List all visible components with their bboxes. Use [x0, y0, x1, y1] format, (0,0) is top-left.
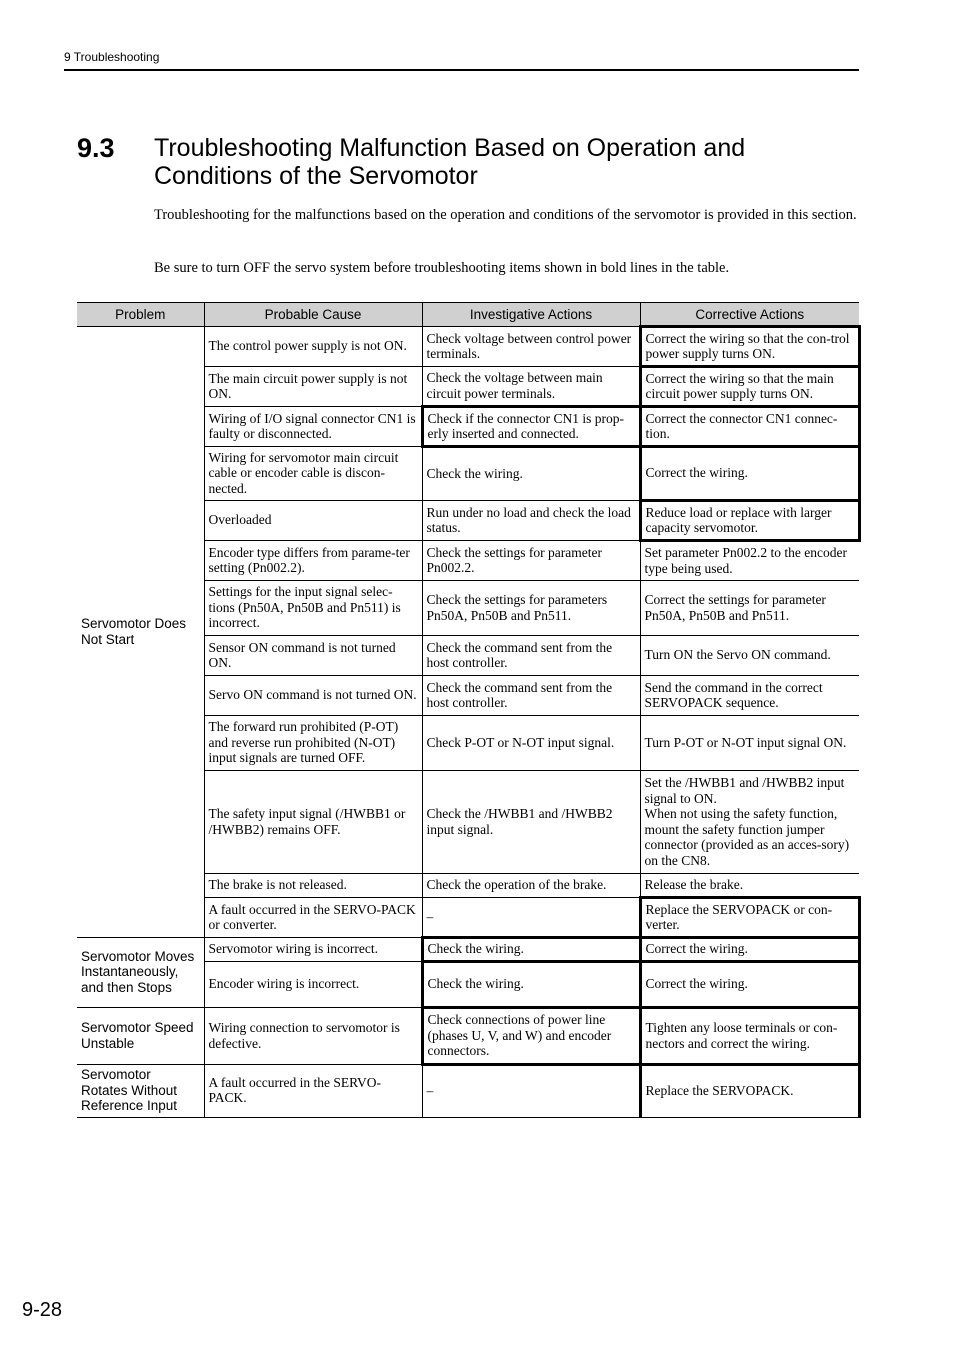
problem-cell: Servomotor Rotates Without Reference Inp…	[77, 1064, 205, 1118]
table-row: Servomotor Rotates Without Reference Inp…	[77, 1063, 861, 1118]
investigative-action-cell: –	[421, 897, 641, 938]
caution-paragraph: Be sure to turn OFF the servo system bef…	[154, 260, 730, 276]
header-corrective-actions: Corrective Actions	[639, 302, 859, 327]
investigative-action-cell: Check if the connector CN1 is prop-erly …	[420, 405, 642, 448]
table-body: Servomotor Does Not Start The control pow…	[77, 325, 861, 1118]
probable-cause-cell: Wiring connection to servomotor is defec…	[203, 1007, 423, 1065]
corrective-action-cell: Turn P-OT or N-OT input signal ON.	[639, 715, 859, 771]
table-header-row: Problem Probable Cause Investigative Act…	[77, 302, 859, 327]
investigative-action-cell: Check the command sent from the host con…	[421, 635, 641, 676]
probable-cause-cell: The main circuit power supply is not ON.	[203, 366, 423, 407]
investigative-action-cell: Check the wiring.	[421, 446, 641, 501]
problem-cell: Servomotor Moves Instantaneously, and th…	[77, 937, 205, 1008]
section-number: 9.3	[77, 133, 115, 163]
probable-cause-cell: Encoder type differs from parame-ter set…	[203, 540, 423, 581]
header-rule	[64, 69, 859, 71]
corrective-action-cell: Replace the SERVOPACK or con-verter.	[638, 896, 861, 939]
probable-cause-cell: The safety input signal (/HWBB1 or /HWBB…	[203, 770, 423, 874]
corrective-action-cell: Replace the SERVOPACK.	[638, 1063, 861, 1118]
corrective-action-cell: Reduce load or replace with larger capac…	[638, 499, 861, 542]
investigative-action-cell: Check the settings for parameters Pn50A,…	[421, 580, 641, 636]
corrective-action-cell: Correct the settings for parameter Pn50A…	[639, 580, 859, 636]
corrective-action-cell: Correct the wiring so that the con-trol …	[638, 325, 861, 368]
investigative-action-cell: Check voltage between control power term…	[421, 326, 641, 367]
corrective-action-cell: Correct the wiring.	[638, 445, 861, 502]
probable-cause-cell: Settings for the input signal selec-tion…	[203, 580, 423, 636]
page-number: 9-28	[22, 1299, 63, 1321]
corrective-action-cell: Correct the connector CN1 connec-tion.	[638, 405, 861, 448]
investigative-action-cell: –	[421, 1064, 641, 1118]
corrective-action-cell: Tighten any loose terminals or con-necto…	[638, 1006, 861, 1066]
corrective-action-cell: Correct the wiring.	[638, 960, 861, 1009]
probable-cause-cell: Servo ON command is not turned ON.	[203, 675, 423, 716]
investigative-action-cell: Check connections of power line (phases …	[420, 1006, 642, 1066]
probable-cause-cell: Wiring of I/O signal connector CN1 is fa…	[203, 406, 423, 447]
corrective-action-cell: Correct the wiring.	[638, 936, 861, 963]
probable-cause-cell: Wiring for servomotor main circuit cable…	[203, 446, 423, 501]
table-row: Servomotor Does Not Start The control pow…	[77, 325, 861, 938]
probable-cause-cell: The forward run prohibited (P-OT) and re…	[203, 715, 423, 771]
investigative-action-cell: Check the wiring.	[420, 936, 642, 963]
investigative-action-cell: Check the settings for parameter Pn002.2…	[421, 540, 641, 581]
investigative-action-cell: Run under no load and check the load sta…	[421, 500, 641, 541]
header-investigative-actions: Investigative Actions	[421, 302, 641, 327]
investigative-action-cell: Check P-OT or N-OT input signal.	[421, 715, 641, 771]
troubleshooting-table: Problem Probable Cause Investigative Act…	[77, 302, 861, 1118]
table-row: Servomotor Moves Instantaneously, and th…	[77, 936, 861, 1008]
investigative-action-cell: Check the /HWBB1 and /HWBB2 input signal…	[421, 770, 641, 874]
corrective-action-cell: Send the command in the correct SERVOPAC…	[639, 675, 859, 716]
section-title: Troubleshooting Malfunction Based on Ope…	[154, 134, 746, 190]
intro-paragraph: Troubleshooting for the malfunctions bas…	[154, 207, 857, 223]
investigative-action-cell: Check the command sent from the host con…	[421, 675, 641, 716]
investigative-action-cell: Check the wiring.	[420, 960, 642, 1009]
investigative-action-cell: Check the operation of the brake.	[421, 873, 641, 898]
problem-cell: Servomotor Does Not Start	[77, 326, 205, 938]
corrective-action-cell: Set the /HWBB1 and /HWBB2 input signal t…	[639, 770, 859, 874]
probable-cause-cell: Servomotor wiring is incorrect.	[203, 937, 423, 962]
corrective-action-cell: Correct the wiring so that the main circ…	[638, 365, 861, 408]
corrective-action-cell: Turn ON the Servo ON command.	[639, 635, 859, 676]
probable-cause-cell: The brake is not released.	[203, 873, 423, 898]
header-problem: Problem	[77, 302, 205, 327]
corrective-action-cell: Release the brake.	[639, 873, 859, 898]
probable-cause-cell: A fault occurred in the SERVO-PACK.	[203, 1064, 423, 1118]
probable-cause-cell: Overloaded	[203, 500, 423, 541]
corrective-action-cell: Set parameter Pn002.2 to the encoder typ…	[639, 540, 859, 581]
problem-cell: Servomotor Speed Unstable	[77, 1007, 205, 1065]
probable-cause-cell: A fault occurred in the SERVO-PACK or co…	[203, 897, 423, 938]
probable-cause-cell: Encoder wiring is incorrect.	[203, 961, 423, 1008]
investigative-action-cell: Check the voltage between main circuit p…	[421, 366, 641, 407]
table-row: Servomotor Speed Unstable Wiring connecti…	[77, 1006, 861, 1066]
header-probable-cause: Probable Cause	[203, 302, 423, 327]
probable-cause-cell: Sensor ON command is not turned ON.	[203, 635, 423, 676]
probable-cause-cell: The control power supply is not ON.	[203, 326, 423, 367]
running-head: 9 Troubleshooting	[64, 50, 160, 64]
